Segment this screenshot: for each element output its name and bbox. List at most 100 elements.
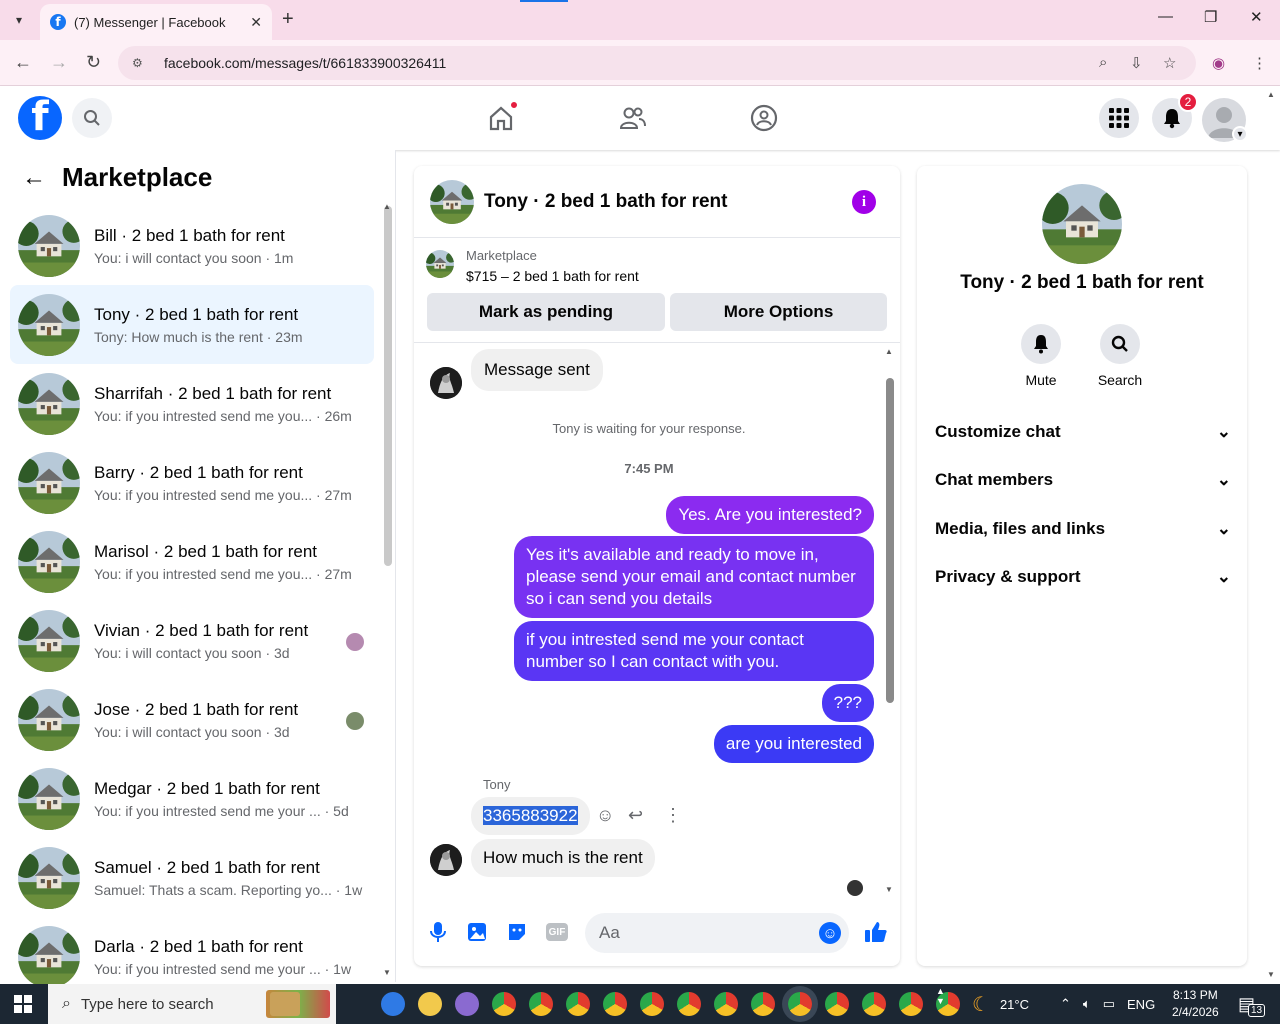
react-emoji-icon[interactable]: ☺ — [596, 805, 614, 826]
mark-as-pending-button[interactable]: Mark as pending — [427, 293, 665, 331]
outgoing-message[interactable]: Yes. Are you interested? — [666, 496, 874, 534]
page-scroll-down-icon[interactable]: ▼ — [1267, 970, 1275, 979]
chrome-icon[interactable] — [825, 992, 849, 1016]
details-avatar[interactable] — [1042, 184, 1122, 264]
message-bubble[interactable]: Message sent — [471, 349, 603, 391]
conversation-title[interactable]: Tony · 2 bed 1 bath for rent — [484, 191, 728, 213]
back-icon[interactable]: ← — [14, 52, 32, 73]
reload-icon[interactable]: ↻ — [86, 52, 101, 73]
restore-icon[interactable]: ❐ — [1204, 8, 1217, 26]
outgoing-message[interactable]: Yes it's available and ready to move in,… — [514, 536, 874, 618]
sender-avatar[interactable] — [430, 367, 462, 399]
friends-icon[interactable] — [616, 102, 648, 134]
groups-icon[interactable] — [748, 102, 780, 134]
chat-list-item[interactable]: Sharrifah · 2 bed 1 bath for rent You: if… — [10, 364, 374, 443]
chat-list-item[interactable]: Barry · 2 bed 1 bath for rent You: if you… — [10, 443, 374, 522]
system-tray[interactable]: ⌃ 🔈︎ ▭ ENG — [1060, 984, 1155, 1024]
chat-list-item[interactable]: Tony · 2 bed 1 bath for rent Tony: How mu… — [10, 285, 374, 364]
chrome-icon[interactable] — [862, 992, 886, 1016]
scroll-up-icon[interactable]: ▲ — [885, 347, 893, 356]
action-center-icon[interactable]: ▤ 13 — [1238, 984, 1266, 1024]
chat-list-item[interactable]: Vivian · 2 bed 1 bath for rent You: i wil… — [10, 601, 374, 680]
chrome-icon[interactable] — [640, 992, 664, 1016]
info-icon[interactable]: i — [852, 190, 876, 214]
home-icon[interactable] — [485, 100, 519, 134]
menu-grid-icon[interactable] — [1099, 98, 1139, 138]
chrome-icon[interactable] — [603, 992, 627, 1016]
outgoing-message[interactable]: are you interested — [713, 725, 874, 763]
chrome-icon[interactable] — [788, 992, 812, 1016]
notifications-bell-icon[interactable]: 2 — [1152, 92, 1198, 138]
outgoing-message[interactable]: if you intrested send me your contact nu… — [514, 621, 874, 681]
volume-icon[interactable]: 🔈︎ — [1083, 996, 1091, 1012]
scroll-up-icon[interactable]: ▲ — [383, 202, 391, 211]
chat-list-item[interactable]: Samuel · 2 bed 1 bath for rent Samuel: Th… — [10, 838, 374, 917]
copilot-icon[interactable] — [381, 992, 405, 1016]
show-hidden-icons-icon[interactable]: ⌃ — [1060, 996, 1071, 1012]
scroll-down-icon[interactable]: ▼ — [885, 885, 893, 894]
facebook-logo-icon[interactable]: f — [18, 96, 62, 140]
page-scroll-up-icon[interactable]: ▲ — [1267, 90, 1275, 99]
incoming-message[interactable]: 3365883922 — [471, 797, 590, 835]
conversation-avatar[interactable] — [430, 179, 474, 224]
more-actions-icon[interactable]: ⋮ — [664, 805, 682, 826]
url-bar[interactable]: ⚙ facebook.com/messages/t/66183390032641… — [118, 46, 1196, 80]
close-window-icon[interactable]: ✕ — [1250, 8, 1263, 26]
tab-search-icon[interactable]: ▾ — [6, 8, 32, 32]
snipping-tool-icon[interactable] — [455, 992, 479, 1016]
minimize-icon[interactable]: — — [1158, 8, 1173, 25]
search-in-chat-button[interactable]: Search — [1090, 324, 1150, 388]
weather-widget[interactable]: ☾ 21°C — [972, 984, 1029, 1024]
close-tab-icon[interactable]: ✕ — [250, 14, 262, 31]
search-icon[interactable] — [72, 98, 112, 138]
account-chevron-icon[interactable]: ▾ — [1232, 126, 1248, 142]
privacy-support-section[interactable]: Privacy & support ⌄ — [935, 567, 1231, 587]
media-files-links-section[interactable]: Media, files and links ⌄ — [935, 519, 1231, 539]
chrome-icon[interactable] — [714, 992, 738, 1016]
chrome-icon[interactable] — [899, 992, 923, 1016]
new-tab-icon[interactable]: + — [282, 8, 294, 31]
sidebar-scrollbar[interactable] — [384, 206, 392, 566]
taskbar-scroll-icon[interactable]: ▲ ▼ — [936, 986, 945, 1006]
more-options-button[interactable]: More Options — [670, 293, 887, 331]
chrome-icon[interactable] — [677, 992, 701, 1016]
back-arrow-icon[interactable]: ← — [22, 164, 46, 192]
outgoing-message[interactable]: ??? — [821, 684, 874, 722]
mute-button[interactable]: Mute — [1011, 324, 1071, 388]
windows-start-icon[interactable] — [14, 995, 32, 1018]
chrome-icon[interactable] — [529, 992, 553, 1016]
chrome-icon[interactable] — [492, 992, 516, 1016]
browser-tab-messenger[interactable]: f (7) Messenger | Facebook ✕ — [40, 4, 272, 40]
chat-list-item[interactable]: Bill · 2 bed 1 bath for rent You: i will … — [10, 206, 374, 285]
reply-icon[interactable]: ↩ — [628, 805, 643, 826]
forward-icon[interactable]: → — [50, 52, 68, 73]
listing-price[interactable]: $715 – 2 bed 1 bath for rent — [466, 268, 639, 284]
message-input[interactable]: Aa ☺ — [585, 913, 849, 953]
chat-members-section[interactable]: Chat members ⌄ — [935, 470, 1231, 490]
file-explorer-icon[interactable] — [418, 992, 442, 1016]
chrome-icon[interactable] — [566, 992, 590, 1016]
gif-icon[interactable]: GIF — [545, 920, 569, 944]
chat-list-item[interactable]: Marisol · 2 bed 1 bath for rent You: if y… — [10, 522, 374, 601]
scroll-down-icon[interactable]: ▼ — [383, 968, 391, 977]
conversation-scrollbar[interactable] — [886, 378, 894, 703]
profile-icon[interactable]: ◉ — [1212, 54, 1225, 72]
selected-phone-number[interactable]: 3365883922 — [483, 806, 578, 825]
install-app-icon[interactable]: ⇩ — [1130, 54, 1143, 72]
listing-thumbnail[interactable] — [426, 250, 454, 278]
sticker-icon[interactable] — [505, 920, 529, 944]
incoming-message[interactable]: How much is the rent — [471, 839, 655, 877]
chrome-icon[interactable] — [751, 992, 775, 1016]
zoom-icon[interactable]: ⌕ — [1099, 54, 1107, 71]
photo-icon[interactable] — [465, 920, 489, 944]
microphone-icon[interactable] — [426, 920, 450, 944]
bookmark-star-icon[interactable]: ☆ — [1163, 54, 1176, 72]
thumbs-up-icon[interactable] — [864, 920, 888, 944]
books-app-icon[interactable] — [270, 992, 300, 1016]
browser-menu-icon[interactable]: ⋮ — [1252, 54, 1267, 72]
chat-list-item[interactable]: Medgar · 2 bed 1 bath for rent You: if yo… — [10, 759, 374, 838]
language-indicator[interactable]: ENG — [1127, 997, 1155, 1012]
clock[interactable]: 8:13 PM 2/4/2026 — [1172, 984, 1219, 1024]
sender-avatar[interactable] — [430, 844, 462, 876]
site-info-icon[interactable]: ⚙ — [132, 56, 148, 70]
